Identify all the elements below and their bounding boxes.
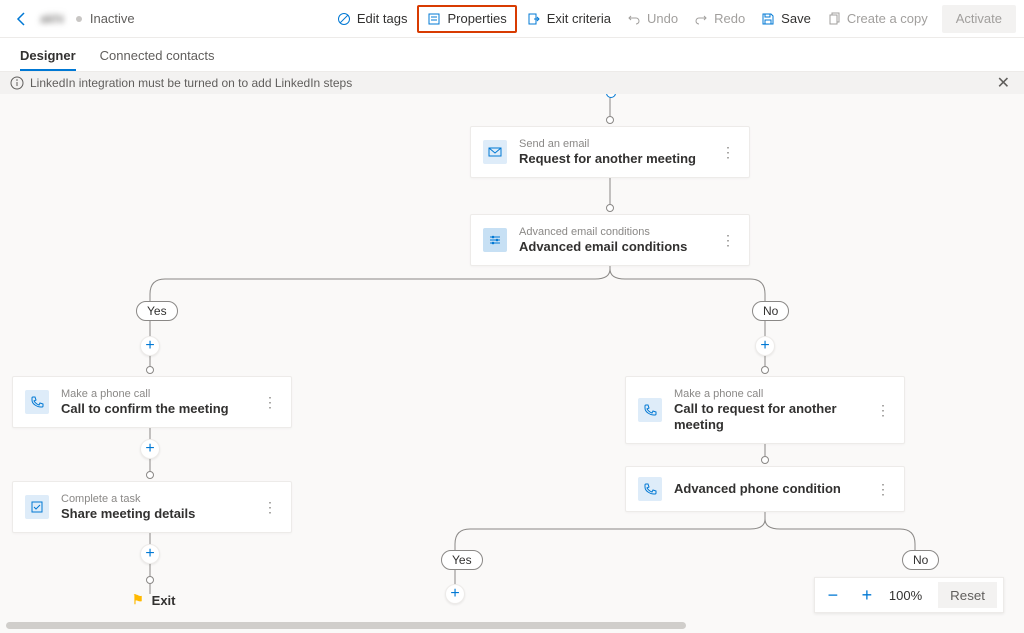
step-title: Request for another meeting [519,151,719,167]
exit-icon [527,12,541,26]
add-step-button[interactable]: + [140,544,160,564]
step-advanced-phone-condition[interactable]: Advanced phone condition ⋮ [625,466,905,512]
branch-yes-pill[interactable]: Yes [136,301,178,321]
save-icon [761,12,775,26]
flow-connector-dot [606,204,614,212]
step-subtitle: Make a phone call [674,387,874,401]
step-send-email[interactable]: Send an email Request for another meetin… [470,126,750,178]
redo-label: Redo [714,11,745,26]
zoom-in-button[interactable]: + [855,583,879,607]
step-subtitle: Send an email [519,137,719,151]
horizontal-scrollbar[interactable] [6,622,686,629]
activate-button[interactable]: Activate [942,5,1016,33]
branch-no-pill-2[interactable]: No [902,550,939,570]
flow-connector-dot [606,116,614,124]
infobar-message: LinkedIn integration must be turned on t… [30,76,352,90]
undo-label: Undo [647,11,678,26]
branch-yes-pill-2[interactable]: Yes [441,550,483,570]
add-step-button[interactable]: + [140,336,160,356]
tab-connected-contacts-label: Connected contacts [100,48,215,63]
step-title: Call to request for another meeting [674,401,874,433]
step-title: Advanced phone condition [674,481,874,497]
step-advanced-email-conditions[interactable]: Advanced email conditions Advanced email… [470,214,750,266]
step-menu-button[interactable]: ⋮ [261,499,279,516]
tab-designer[interactable]: Designer [20,48,76,71]
undo-icon [627,12,641,26]
step-subtitle: Make a phone call [61,387,261,401]
add-step-button[interactable]: + [755,336,775,356]
status-dot [76,16,82,22]
status-text: Inactive [90,11,135,26]
step-subtitle: Advanced email conditions [519,225,719,239]
email-icon [483,140,507,164]
flow-connector-dot [761,366,769,374]
redo-button[interactable]: Redo [686,5,753,33]
properties-icon [427,12,441,26]
step-title: Share meeting details [61,506,261,522]
step-subtitle: Complete a task [61,492,261,506]
create-copy-label: Create a copy [847,11,928,26]
flow-connector-dot [761,456,769,464]
zoom-out-button[interactable]: − [821,583,845,607]
edit-tags-button[interactable]: Edit tags [329,5,416,33]
infobar-close-button[interactable]: ✕ [993,73,1014,93]
save-label: Save [781,11,811,26]
tag-icon [337,12,351,26]
step-complete-task[interactable]: Complete a task Share meeting details ⋮ [12,481,292,533]
phone-icon [25,390,49,414]
exit-step[interactable]: ⚑ Exit [132,592,176,608]
step-menu-button[interactable]: ⋮ [719,232,737,249]
phone-condition-icon [638,477,662,501]
zoom-reset-button[interactable]: Reset [938,582,997,608]
exit-criteria-label: Exit criteria [547,11,611,26]
zoom-level: 100% [889,588,922,603]
redo-icon [694,12,708,26]
info-icon [10,76,24,90]
tabs: Designer Connected contacts [0,38,1024,72]
task-icon [25,495,49,519]
flow-connector-dot [146,471,154,479]
step-call-confirm-meeting[interactable]: Make a phone call Call to confirm the me… [12,376,292,428]
save-button[interactable]: Save [753,5,819,33]
page-name: akhi [40,11,64,26]
step-menu-button[interactable]: ⋮ [719,144,737,161]
properties-button[interactable]: Properties [417,5,516,33]
conditions-icon [483,228,507,252]
copy-icon [827,12,841,26]
flow-connector-dot [146,366,154,374]
step-menu-button[interactable]: ⋮ [874,402,892,419]
exit-criteria-button[interactable]: Exit criteria [519,5,619,33]
step-title: Advanced email conditions [519,239,719,255]
step-menu-button[interactable]: ⋮ [874,481,892,498]
create-copy-button[interactable]: Create a copy [819,5,936,33]
step-call-request-meeting[interactable]: Make a phone call Call to request for an… [625,376,905,444]
step-menu-button[interactable]: ⋮ [261,394,279,411]
zoom-panel: − + 100% Reset [814,577,1004,613]
back-button[interactable] [8,5,36,33]
properties-label: Properties [447,11,506,26]
flow-connector-dot [146,576,154,584]
flag-icon: ⚑ [132,592,144,608]
step-title: Call to confirm the meeting [61,401,261,417]
infobar: LinkedIn integration must be turned on t… [0,72,1024,94]
edit-tags-label: Edit tags [357,11,408,26]
topbar: akhi Inactive Edit tags Properties Exit … [0,0,1024,38]
branch-no-pill[interactable]: No [752,301,789,321]
exit-label: Exit [152,593,176,608]
tab-designer-label: Designer [20,48,76,63]
tab-connected-contacts[interactable]: Connected contacts [100,48,215,71]
undo-button[interactable]: Undo [619,5,686,33]
flow-start-node[interactable] [606,94,616,98]
phone-icon [638,398,662,422]
add-step-button[interactable]: + [140,439,160,459]
add-step-button[interactable]: + [445,584,465,604]
designer-canvas[interactable]: Send an email Request for another meetin… [0,94,1024,633]
